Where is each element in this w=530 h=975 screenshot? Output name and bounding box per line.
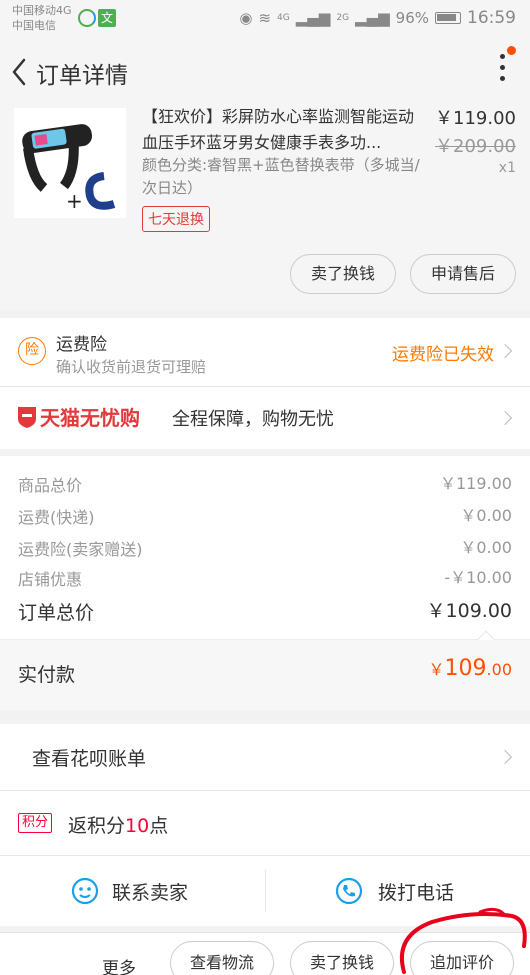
tmall-guarantee-row[interactable]: 天猫无忧购 全程保障，购物无忧 xyxy=(0,387,530,449)
phone-icon xyxy=(335,877,363,905)
svg-text:+: + xyxy=(66,189,83,213)
cost-value: ￥119.00 xyxy=(440,474,512,493)
cost-label: 运费险(卖家赠送) xyxy=(18,540,143,559)
paid-int: 109 xyxy=(444,656,487,681)
insurance-subtitle: 确认收货前退货可理赔 xyxy=(56,358,207,376)
product-spec: 颜色分类:睿智黑+蓝色替换表带（多城当/次日达） xyxy=(142,156,420,197)
insurance-icon: 险 xyxy=(18,337,46,365)
tmall-brand: 天猫无忧购 xyxy=(40,406,140,430)
translate-notification-icon: 文 xyxy=(98,9,116,27)
points-suffix: 点 xyxy=(149,815,169,837)
chevron-right-icon xyxy=(497,749,513,765)
points-prefix: 返积分 xyxy=(68,815,126,837)
insurance-title: 运费险 xyxy=(56,335,107,355)
product-card[interactable]: + 【狂欢价】彩屏防水心率监测智能运动血压手环蓝牙男女健康手表多功... 颜色分… xyxy=(0,100,530,310)
paid-label: 实付款 xyxy=(18,664,76,686)
network-2: 2G xyxy=(336,13,350,23)
status-icons: ◉ ≋ 4G ▂▄▆ 2G ▂▄▆ 96% 16:59 xyxy=(239,8,516,28)
order-total-label: 订单总价 xyxy=(18,602,95,624)
product-original-price: ￥209.00 xyxy=(435,136,516,157)
app-notification-icon xyxy=(78,9,96,27)
carrier-2: 中国电信 xyxy=(12,19,56,32)
resell-button[interactable]: 卖了换钱 xyxy=(290,254,396,294)
chevron-right-icon xyxy=(497,410,513,426)
cost-value: ￥0.00 xyxy=(460,538,512,557)
chevron-right-icon xyxy=(497,343,513,359)
points-row: 积分 返积分10点 xyxy=(0,791,530,855)
top-nav: 订单详情 xyxy=(0,36,530,108)
points-badge: 积分 xyxy=(18,813,53,833)
network-1: 4G xyxy=(277,13,290,23)
contact-seller-label: 联系卖家 xyxy=(112,882,189,904)
huabei-bill-row[interactable]: 查看花呗账单 xyxy=(0,724,530,790)
tmall-shield-icon xyxy=(18,407,36,428)
cost-label: 运费(快递) xyxy=(18,508,95,527)
more-menu-icon[interactable] xyxy=(496,54,508,90)
call-phone-label: 拨打电话 xyxy=(378,882,455,904)
notification-dot xyxy=(507,46,516,55)
points-text: 返积分10点 xyxy=(68,811,168,838)
back-arrow-icon[interactable] xyxy=(6,52,36,92)
page-title: 订单详情 xyxy=(36,63,128,89)
seven-day-return-badge: 七天退换 xyxy=(142,206,210,232)
paid-amount: ￥109.00 xyxy=(429,656,512,681)
product-image[interactable]: + xyxy=(14,108,126,218)
red-circle-annotation xyxy=(399,907,527,974)
carrier-1: 中国移动4G xyxy=(12,4,72,17)
chat-face-icon xyxy=(71,877,99,905)
product-price: ￥119.00 xyxy=(435,108,516,129)
huabei-label: 查看花呗账单 xyxy=(32,748,147,770)
status-bar: 中国移动4G 中国电信 文 ◉ ≋ 4G ▂▄▆ 2G ▂▄▆ 96% 16:5… xyxy=(0,0,530,36)
contact-seller-button[interactable]: 联系卖家 xyxy=(0,856,265,926)
paid-row: 实付款 ￥109.00 xyxy=(0,640,530,710)
order-total-value: ￥109.00 xyxy=(426,600,512,622)
points-amount: 10 xyxy=(125,815,150,837)
product-quantity: x1 xyxy=(498,160,516,176)
paid-dec: .00 xyxy=(486,660,512,679)
cost-value: ￥0.00 xyxy=(460,506,512,525)
insurance-status: 运费险已失效 xyxy=(392,345,494,365)
cost-value: -￥10.00 xyxy=(444,568,512,587)
wifi-icon: ≋ xyxy=(258,9,272,27)
cost-label: 店铺优惠 xyxy=(18,570,83,589)
view-logistics-button[interactable]: 查看物流 xyxy=(170,941,274,975)
more-button[interactable]: 更多 xyxy=(102,954,136,975)
clock: 16:59 xyxy=(467,8,516,28)
shipping-insurance-row[interactable]: 险 运费险 确认收货前退货可理赔 运费险已失效 xyxy=(0,318,530,386)
signal-icon-2: ▂▄▆ xyxy=(355,9,390,27)
after-sales-button[interactable]: 申请售后 xyxy=(410,254,516,294)
tmall-slogan: 全程保障，购物无忧 xyxy=(172,409,334,430)
paid-currency: ￥ xyxy=(428,660,445,679)
resell-bottom-button[interactable]: 卖了换钱 xyxy=(290,941,394,975)
eye-icon: ◉ xyxy=(239,9,253,27)
signal-icon-1: ▂▄▆ xyxy=(295,9,331,27)
product-name[interactable]: 【狂欢价】彩屏防水心率监测智能运动血压手环蓝牙男女健康手表多功... xyxy=(142,104,422,156)
battery-percent: 96% xyxy=(395,9,429,27)
cost-label: 商品总价 xyxy=(18,476,83,495)
cost-summary: 商品总价 ￥119.00 运费(快递) ￥0.00 运费险(卖家赠送) ￥0.0… xyxy=(0,456,530,710)
battery-icon xyxy=(435,12,461,24)
